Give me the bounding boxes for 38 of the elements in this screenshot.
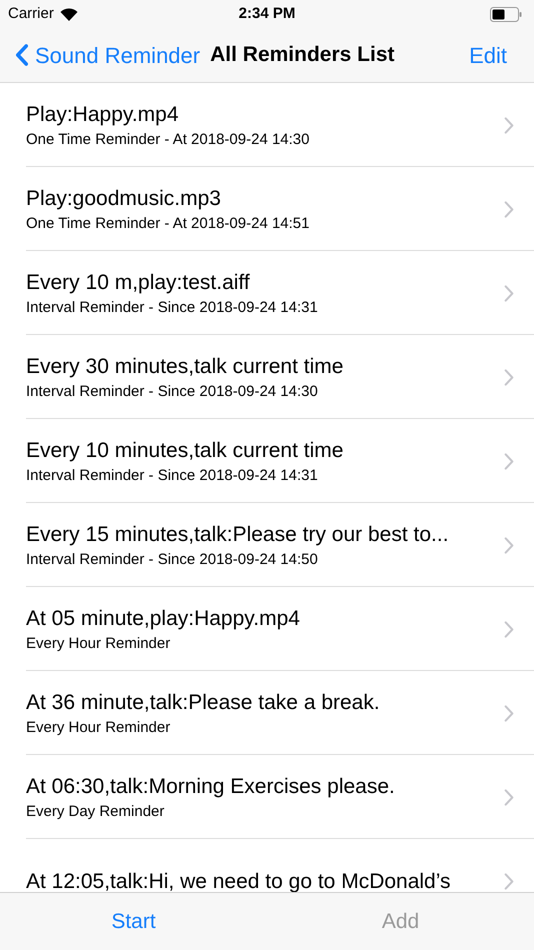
chevron-right-icon [504,368,514,386]
chevron-right-icon [504,788,514,806]
reminder-title[interactable]: At 12:05,talk:Hi, we need to go to McDonald’s [26,869,504,892]
wifi-icon [60,8,78,20]
reminder-title[interactable]: Every 15 minutes,talk:Please try our best to... [26,522,504,548]
reminder-subtitle: One Time Reminder - At 2018-09-24 14:51 [26,214,310,234]
nav-title: All Reminders List [210,42,394,68]
reminder-subtitle: One Time Reminder - At 2018-09-24 14:30 [26,130,310,150]
reminder-title[interactable]: At 06:30,talk:Morning Exercises please. [26,774,504,800]
reminder-title[interactable]: Play:Happy.mp4 [26,102,504,128]
chevron-right-icon [504,704,514,722]
reminder-title[interactable]: At 05 minute,play:Happy.mp4 [26,606,504,632]
reminder-title[interactable]: Every 10 minutes,talk current time [26,438,504,464]
reminder-subtitle: Interval Reminder - Since 2018-09-24 14:30 [26,382,319,402]
reminder-title[interactable]: Every 30 minutes,talk current time [26,354,504,380]
reminder-subtitle: Interval Reminder - Since 2018-09-24 14:31 [26,466,319,486]
chevron-right-icon [504,620,514,638]
chevron-right-icon [504,284,514,302]
carrier-label: Carrier [8,4,54,24]
chevron-right-icon [504,200,514,218]
back-chevron-icon [16,44,28,66]
reminder-subtitle: Interval Reminder - Since 2018-09-24 14:50 [26,550,319,570]
reminder-title[interactable]: Play:goodmusic.mp3 [26,186,504,212]
reminder-subtitle: Every Hour Reminder [26,718,172,738]
status-time: 2:34 PM [238,4,296,24]
reminder-subtitle: Every Day Reminder [26,802,166,822]
reminder-title[interactable]: Every 10 m,play:test.aiff [26,270,504,296]
chevron-right-icon [504,536,514,554]
battery-icon [490,6,522,22]
reminder-subtitle: Interval Reminder - Since 2018-09-24 14:31 [26,298,319,318]
toolbar-button[interactable]: Start [111,906,156,938]
back-button[interactable]: Sound Reminder [16,38,200,72]
reminder-subtitle: Every Hour Reminder [26,634,172,654]
chevron-right-icon [504,116,514,134]
reminder-title[interactable]: At 36 minute,talk:Please take a break. [26,690,504,716]
chevron-right-icon [504,872,514,890]
edit-button[interactable]: Edit [469,38,507,72]
chevron-right-icon [504,452,514,470]
